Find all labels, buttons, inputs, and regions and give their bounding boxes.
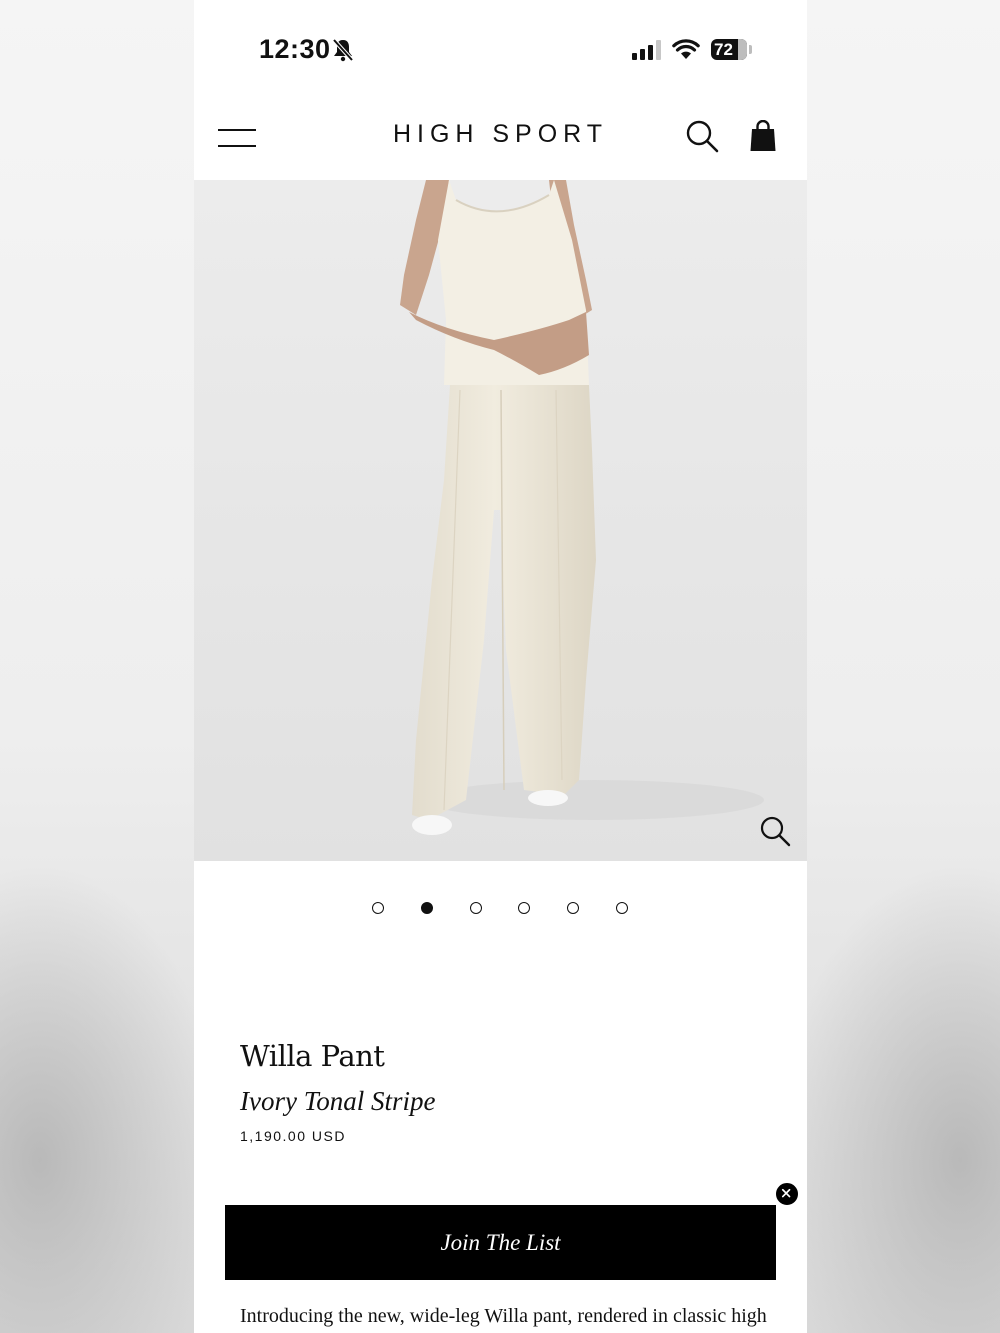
battery-cap [749,45,752,54]
carousel-dot-1[interactable] [372,902,384,914]
hamburger-menu-icon[interactable] [218,125,256,151]
wifi-icon [672,39,700,59]
phone-screen: 12:30 72 HIGH SPORT Willa Pant Ivory Ton… [194,0,807,1333]
close-icon[interactable] [774,1181,800,1207]
carousel-dot-3[interactable] [470,902,482,914]
join-the-list-button[interactable]: Join The List [225,1205,776,1280]
status-time: 12:30 [259,34,331,64]
product-price: 1,190.00 USD [240,1128,346,1144]
battery-icon: 72 [711,39,747,60]
carousel-dot-5[interactable] [567,902,579,914]
bell-slash-icon [332,38,354,62]
brand-logo[interactable]: HIGH SPORT [344,120,657,149]
join-the-list-label: Join The List [440,1229,561,1255]
shopping-bag-icon[interactable] [749,120,777,152]
zoom-icon[interactable] [758,814,792,848]
cellular-signal-icon [632,40,661,60]
product-image[interactable] [194,180,807,861]
product-photo [194,180,807,861]
carousel-dot-4[interactable] [518,902,530,914]
product-title: Willa Pant [240,1039,385,1073]
battery-level: 72 [714,40,733,59]
search-icon[interactable] [684,118,720,154]
product-color: Ivory Tonal Stripe [240,1086,436,1116]
carousel-dot-2[interactable] [421,902,433,914]
product-description: Introducing the new, wide-leg Willa pant… [240,1305,767,1327]
carousel-dot-6[interactable] [616,902,628,914]
